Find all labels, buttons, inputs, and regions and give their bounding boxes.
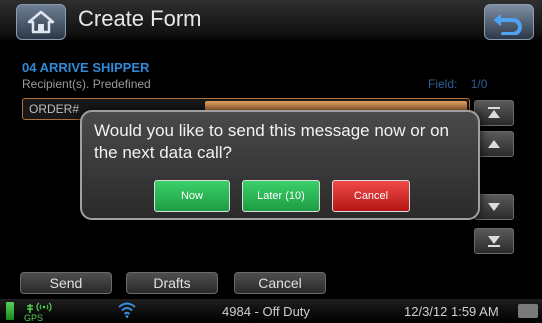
field-label: Field: bbox=[428, 77, 458, 91]
field-position: 1/0 bbox=[470, 77, 488, 91]
scroll-bottom-button[interactable] bbox=[474, 228, 514, 254]
scroll-to-bottom-icon bbox=[488, 236, 500, 247]
cancel-button[interactable]: Cancel bbox=[234, 272, 326, 294]
send-button[interactable]: Send bbox=[20, 272, 112, 294]
scroll-to-top-icon bbox=[488, 107, 500, 118]
scroll-down-button[interactable] bbox=[474, 194, 514, 220]
status-bar: GPS 4984 - Off Duty 12/3/12 1:59 AM bbox=[0, 299, 542, 323]
keyboard-icon[interactable] bbox=[518, 304, 538, 318]
now-button[interactable]: Now bbox=[154, 180, 230, 212]
recipients-label: Recipient(s). Predefined bbox=[22, 77, 151, 91]
back-button[interactable] bbox=[484, 4, 534, 40]
date-time: 12/3/12 1:59 AM bbox=[404, 304, 499, 319]
scroll-up-icon bbox=[488, 140, 500, 148]
order-number-label: ORDER# bbox=[29, 102, 80, 116]
send-message-dialog: Would you like to send this message now … bbox=[80, 110, 480, 220]
page-title: Create Form bbox=[78, 6, 202, 31]
dialog-cancel-button[interactable]: Cancel bbox=[332, 180, 410, 212]
gps-antenna-icon bbox=[27, 302, 52, 313]
home-icon bbox=[27, 10, 55, 34]
driver-status: 4984 - Off Duty bbox=[222, 304, 310, 319]
scroll-down-icon bbox=[488, 203, 500, 211]
later-button[interactable]: Later (10) bbox=[242, 180, 320, 212]
field-counter: Field: 1/0 bbox=[428, 77, 487, 91]
gps-label: GPS bbox=[24, 313, 44, 323]
back-arrow-icon bbox=[494, 14, 522, 35]
home-button[interactable] bbox=[16, 4, 66, 40]
battery-icon bbox=[6, 302, 14, 320]
dialog-message: Would you like to send this message now … bbox=[94, 121, 449, 162]
drafts-button[interactable]: Drafts bbox=[126, 272, 218, 294]
form-name: 04 ARRIVE SHIPPER bbox=[22, 60, 150, 75]
scroll-top-button[interactable] bbox=[474, 100, 514, 126]
gps-indicator: GPS bbox=[24, 301, 52, 323]
scroll-up-button[interactable] bbox=[474, 131, 514, 157]
wifi-icon bbox=[118, 302, 136, 323]
top-bar: Create Form bbox=[0, 0, 542, 42]
